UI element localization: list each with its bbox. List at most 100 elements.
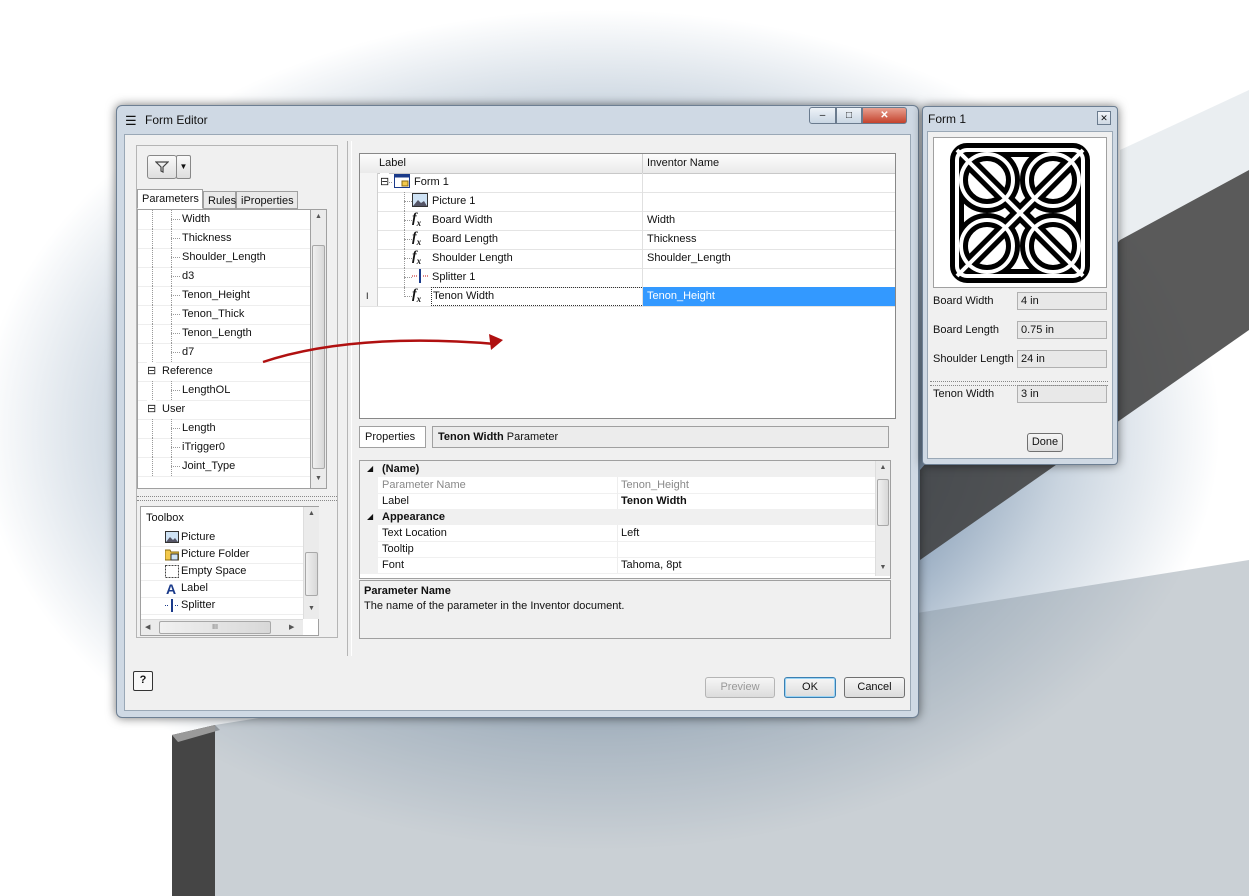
toolbox-item[interactable]: Picture bbox=[141, 529, 303, 547]
grid-cell-inventor-name[interactable] bbox=[643, 192, 895, 211]
form1-field-value[interactable]: 0.75 in bbox=[1017, 321, 1107, 339]
close-button[interactable]: ✕ bbox=[862, 107, 907, 124]
property-value[interactable]: Tahoma, 8pt bbox=[617, 557, 871, 573]
grid-cell-inventor-name[interactable] bbox=[643, 173, 895, 192]
form1-field-value[interactable]: 24 in bbox=[1017, 350, 1107, 368]
grid-row[interactable]: ⊟ Form 1 bbox=[360, 173, 895, 193]
param-tree-item[interactable]: d3 bbox=[138, 267, 311, 287]
scroll-up-arrow[interactable]: ▲ bbox=[876, 464, 890, 471]
pane-splitter[interactable] bbox=[137, 496, 337, 501]
property-category[interactable]: ◢ (Name) bbox=[360, 461, 875, 477]
row-header[interactable] bbox=[360, 249, 378, 268]
scroll-up-arrow[interactable]: ▲ bbox=[304, 510, 319, 517]
grid-row[interactable]: fx Board Width Width bbox=[360, 211, 895, 231]
property-category[interactable]: ◢ Appearance bbox=[360, 509, 875, 525]
column-header-inventor-name[interactable]: Inventor Name bbox=[647, 157, 719, 169]
grid-cell-label[interactable]: Picture 1 bbox=[432, 192, 475, 211]
row-header[interactable] bbox=[360, 211, 378, 230]
form1-title-bar[interactable]: Form 1 ✕ bbox=[923, 107, 1117, 131]
param-tree-item[interactable]: Joint_Type bbox=[138, 457, 311, 477]
form-layout-grid[interactable]: Label Inventor Name ⊟ Form 1 Picture 1 fx Bo… bbox=[359, 153, 896, 419]
scroll-down-arrow[interactable]: ▼ bbox=[311, 475, 326, 482]
preview-button[interactable]: Preview bbox=[705, 677, 775, 698]
toolbox-item[interactable]: Empty Space bbox=[141, 563, 303, 581]
row-header[interactable] bbox=[360, 173, 378, 192]
grid-cell-label[interactable]: Board Length bbox=[432, 230, 498, 249]
hscroll-thumb[interactable]: III bbox=[159, 621, 271, 634]
grid-cell-inventor-name[interactable] bbox=[643, 268, 895, 287]
param-tree-item[interactable]: Width bbox=[138, 210, 311, 230]
grid-row[interactable]: fx Board Length Thickness bbox=[360, 230, 895, 250]
grid-cell-inventor-name[interactable]: Thickness bbox=[643, 230, 895, 249]
cancel-button[interactable]: Cancel bbox=[844, 677, 905, 698]
grid-cell-label[interactable]: Shoulder Length bbox=[432, 249, 513, 268]
property-value[interactable]: Tenon_Height bbox=[617, 477, 871, 493]
grid-row[interactable]: Picture 1 bbox=[360, 192, 895, 212]
param-tree-item[interactable]: Tenon_Height bbox=[138, 286, 311, 306]
scroll-up-arrow[interactable]: ▲ bbox=[311, 213, 326, 220]
scroll-down-arrow[interactable]: ▼ bbox=[876, 564, 890, 571]
tree-expander-icon[interactable]: ⊟ bbox=[147, 400, 157, 419]
toolbox-hscrollbar[interactable]: ◀ III ▶ bbox=[141, 619, 303, 635]
scroll-right-arrow[interactable]: ▶ bbox=[289, 623, 294, 631]
scroll-left-arrow[interactable]: ◀ bbox=[145, 623, 150, 631]
collapse-triangle-icon[interactable]: ◢ bbox=[367, 461, 373, 477]
row-header[interactable]: I bbox=[360, 287, 378, 306]
param-tree-item[interactable]: Tenon_Thick bbox=[138, 305, 311, 325]
grid-cell-label[interactable]: Board Width bbox=[432, 211, 493, 230]
collapse-triangle-icon[interactable]: ◢ bbox=[367, 509, 373, 525]
form1-field-value[interactable]: 3 in bbox=[1017, 385, 1107, 403]
toolbox-item[interactable]: Picture Folder bbox=[141, 546, 303, 564]
filter-dropdown-button[interactable]: ▼ bbox=[176, 155, 191, 179]
tree-expander-icon[interactable]: ⊟ bbox=[380, 173, 390, 192]
row-header[interactable] bbox=[360, 192, 378, 211]
main-splitter[interactable] bbox=[347, 141, 352, 656]
scroll-thumb[interactable] bbox=[877, 479, 889, 526]
title-bar[interactable]: ☰ Form Editor – □ ✕ bbox=[117, 106, 918, 134]
param-tree-item[interactable]: Shoulder_Length bbox=[138, 248, 311, 268]
tab-iproperties[interactable]: iProperties bbox=[236, 191, 298, 209]
row-header[interactable] bbox=[360, 268, 378, 287]
done-button[interactable]: Done bbox=[1027, 433, 1063, 452]
toolbox-item[interactable]: A Label bbox=[141, 580, 303, 598]
param-tree-item[interactable]: Length bbox=[138, 419, 311, 439]
param-tree-item[interactable]: iTrigger0 bbox=[138, 438, 311, 458]
help-button[interactable]: ? bbox=[133, 671, 153, 691]
grid-cell-label[interactable]: Form 1 bbox=[414, 173, 449, 192]
grid-cell-label[interactable]: Tenon Width bbox=[431, 287, 644, 306]
property-value[interactable]: Left bbox=[617, 525, 871, 541]
grid-row[interactable]: Ifx Tenon Width Tenon_Height bbox=[360, 287, 895, 307]
tab-parameters[interactable]: Parameters bbox=[137, 189, 203, 209]
property-row[interactable]: Font Tahoma, 8pt bbox=[360, 557, 875, 574]
toolbox-vscrollbar[interactable]: ▲ ▼ bbox=[303, 507, 319, 619]
toolbox-item[interactable]: Splitter bbox=[141, 597, 303, 615]
property-row[interactable]: Text Location Left bbox=[360, 525, 875, 542]
column-header-label[interactable]: Label bbox=[379, 157, 406, 169]
form1-field-value[interactable]: 4 in bbox=[1017, 292, 1107, 310]
scroll-down-arrow[interactable]: ▼ bbox=[304, 605, 319, 612]
minimize-button[interactable]: – bbox=[809, 107, 836, 124]
property-row[interactable]: Parameter Name Tenon_Height bbox=[360, 477, 875, 494]
tab-rules[interactable]: Rules bbox=[203, 191, 236, 209]
param-tree-item[interactable]: ⊟ User bbox=[138, 400, 311, 420]
property-grid[interactable]: ◢ (Name) Parameter Name Tenon_Height Label Te… bbox=[359, 460, 891, 579]
tree-expander-icon[interactable]: ⊟ bbox=[147, 362, 157, 381]
row-header[interactable] bbox=[360, 230, 378, 249]
property-grid-scrollbar[interactable]: ▲ ▼ bbox=[875, 461, 890, 576]
param-tree-item[interactable]: Thickness bbox=[138, 229, 311, 249]
param-tree-item[interactable]: LengthOL bbox=[138, 381, 311, 401]
grid-row[interactable]: fx Shoulder Length Shoulder_Length bbox=[360, 249, 895, 269]
form1-close-button[interactable]: ✕ bbox=[1097, 111, 1111, 125]
scroll-thumb[interactable] bbox=[305, 552, 318, 596]
property-value[interactable]: Tenon Width bbox=[617, 493, 871, 509]
grid-cell-inventor-name[interactable]: Shoulder_Length bbox=[643, 249, 895, 268]
ok-button[interactable]: OK bbox=[784, 677, 836, 698]
maximize-button[interactable]: □ bbox=[836, 107, 862, 124]
property-value[interactable] bbox=[617, 541, 871, 557]
property-row[interactable]: Label Tenon Width bbox=[360, 493, 875, 510]
grid-row[interactable]: Splitter 1 bbox=[360, 268, 895, 288]
grid-cell-inventor-name[interactable]: Width bbox=[643, 211, 895, 230]
properties-tab[interactable]: Properties bbox=[359, 426, 426, 448]
grid-cell-label[interactable]: Splitter 1 bbox=[432, 268, 475, 287]
property-row[interactable]: Tooltip bbox=[360, 541, 875, 558]
